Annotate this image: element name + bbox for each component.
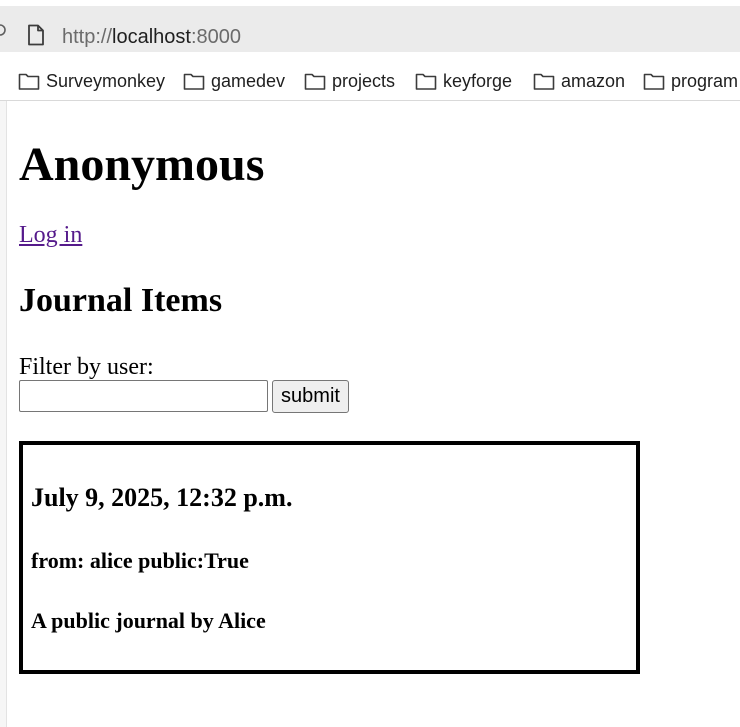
login-link[interactable]: Log in: [19, 221, 82, 249]
filter-label: Filter by user:: [19, 354, 154, 380]
bookmark-keyforge[interactable]: keyforge: [415, 68, 512, 94]
bookmark-surveymonkey[interactable]: Surveymonkey: [18, 68, 165, 94]
bookmark-projects[interactable]: projects: [304, 68, 395, 94]
bookmark-label: gamedev: [211, 70, 286, 91]
url-text[interactable]: http://localhost:8000: [62, 25, 241, 49]
bookmark-label: projects: [332, 70, 396, 91]
journal-item-body: A public journal by Alice: [31, 608, 266, 633]
url-port: :8000: [190, 26, 242, 48]
address-bar: http://localhost:8000: [0, 0, 740, 60]
user-heading: Anonymous: [19, 138, 265, 191]
journal-item-meta: from: alice public:True: [31, 548, 249, 573]
bookmark-gamedev[interactable]: gamedev: [183, 68, 285, 94]
bookmark-label: program: [671, 70, 739, 91]
bookmark-label: keyforge: [443, 70, 513, 91]
folder-icon: [415, 73, 437, 90]
filter-user-input[interactable]: [19, 380, 268, 412]
viewport-edge: [6, 101, 7, 727]
journal-item-date: July 9, 2025, 12:32 p.m.: [31, 483, 293, 512]
folder-icon: [304, 73, 326, 90]
url-scheme: http://: [62, 26, 113, 48]
folder-icon: [183, 73, 205, 90]
bookmark-program[interactable]: program: [643, 68, 738, 94]
journal-items-heading: Journal Items: [19, 282, 223, 319]
folder-icon: [18, 73, 40, 90]
url-host: localhost: [112, 26, 191, 48]
info-icon[interactable]: [0, 24, 6, 36]
page-icon[interactable]: [26, 24, 46, 46]
bookmark-label: Surveymonkey: [46, 70, 166, 91]
folder-icon: [643, 73, 665, 90]
journal-item: July 9, 2025, 12:32 p.m. from: alice pub…: [19, 441, 640, 674]
bookmark-amazon[interactable]: amazon: [533, 68, 625, 94]
folder-icon: [533, 73, 555, 90]
url-field[interactable]: http://localhost:8000: [0, 6, 740, 52]
bookmark-label: amazon: [561, 70, 626, 91]
bookmarks-bar: Surveymonkey gamedev projects keyforge a…: [0, 60, 740, 101]
submit-button[interactable]: submit: [272, 380, 349, 413]
